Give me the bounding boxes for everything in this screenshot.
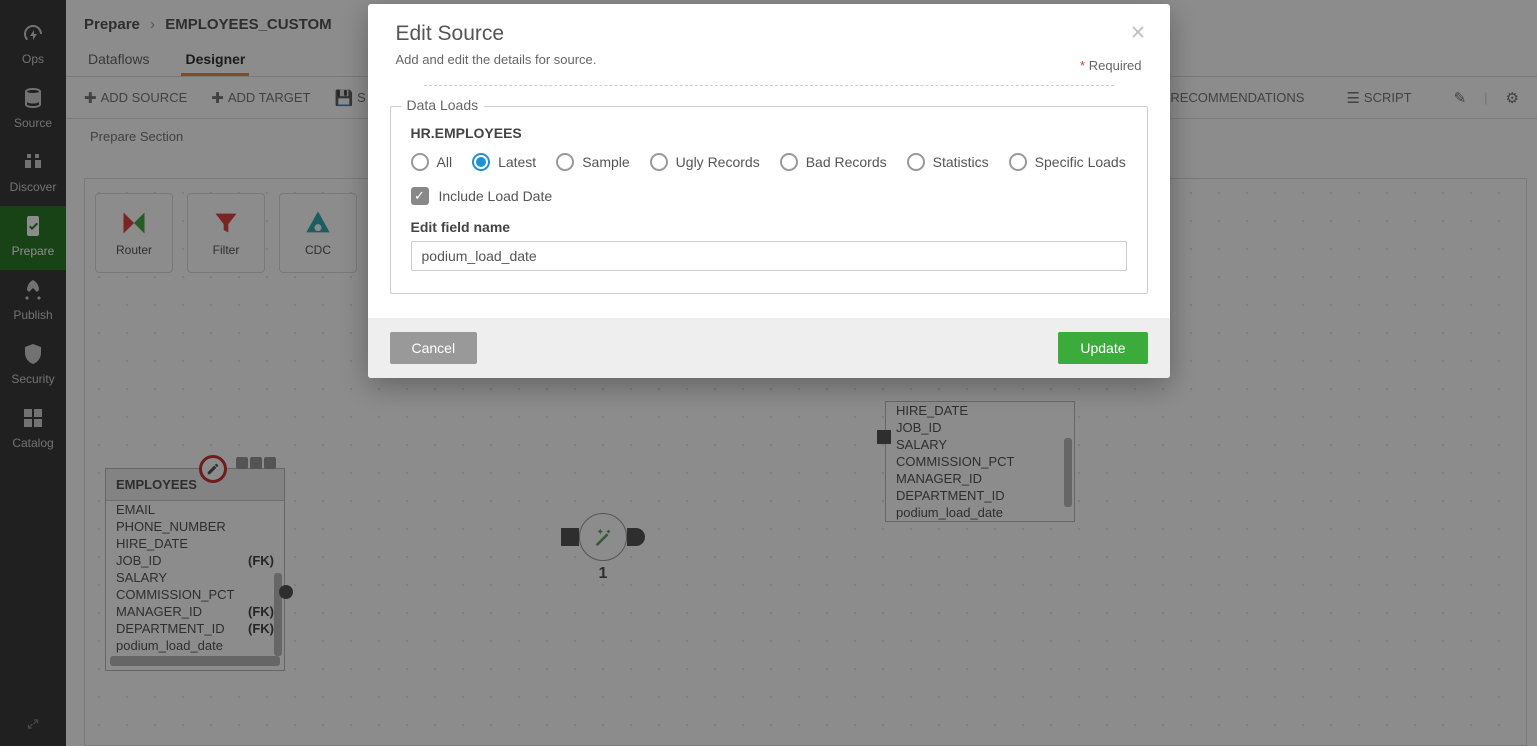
fieldset-legend: Data Loads	[401, 97, 485, 113]
modal-subtitle: Add and edit the details for source.	[396, 52, 1142, 67]
modal-title: Edit Source	[396, 22, 1142, 46]
data-loads-fieldset: Data Loads HR.EMPLOYEES AllLatestSampleU…	[390, 106, 1148, 294]
radio-all[interactable]: All	[411, 153, 453, 171]
radio-sample[interactable]: Sample	[556, 153, 629, 171]
radio-icon	[907, 153, 925, 171]
radio-icon	[556, 153, 574, 171]
radio-bad[interactable]: Bad Records	[780, 153, 887, 171]
source-name: HR.EMPLOYEES	[411, 125, 1127, 141]
radio-icon	[650, 153, 668, 171]
field-name-input[interactable]	[411, 241, 1127, 271]
edit-source-modal: Edit Source Add and edit the details for…	[368, 4, 1170, 378]
radio-icon	[411, 153, 429, 171]
radio-latest[interactable]: Latest	[472, 153, 536, 171]
radio-icon	[1009, 153, 1027, 171]
include-load-date-checkbox[interactable]: ✓	[411, 187, 429, 205]
include-load-date-label: Include Load Date	[439, 188, 553, 204]
cancel-button[interactable]: Cancel	[390, 332, 478, 364]
close-icon	[1128, 22, 1148, 42]
modal-overlay[interactable]: Edit Source Add and edit the details for…	[0, 0, 1537, 746]
radio-stats[interactable]: Statistics	[907, 153, 989, 171]
modal-footer: Cancel Update	[368, 318, 1170, 378]
required-indicator: * Required	[1080, 58, 1141, 73]
update-button[interactable]: Update	[1058, 332, 1147, 364]
radio-specific[interactable]: Specific Loads	[1009, 153, 1126, 171]
include-load-date-row[interactable]: ✓ Include Load Date	[411, 187, 1127, 205]
radio-ugly[interactable]: Ugly Records	[650, 153, 760, 171]
load-type-radio-group: All Latest Sample Ugly Records Bad Records St…	[411, 153, 1127, 171]
radio-icon	[472, 153, 490, 171]
close-button[interactable]	[1124, 18, 1152, 46]
field-name-label: Edit field name	[411, 219, 1127, 235]
radio-icon	[780, 153, 798, 171]
